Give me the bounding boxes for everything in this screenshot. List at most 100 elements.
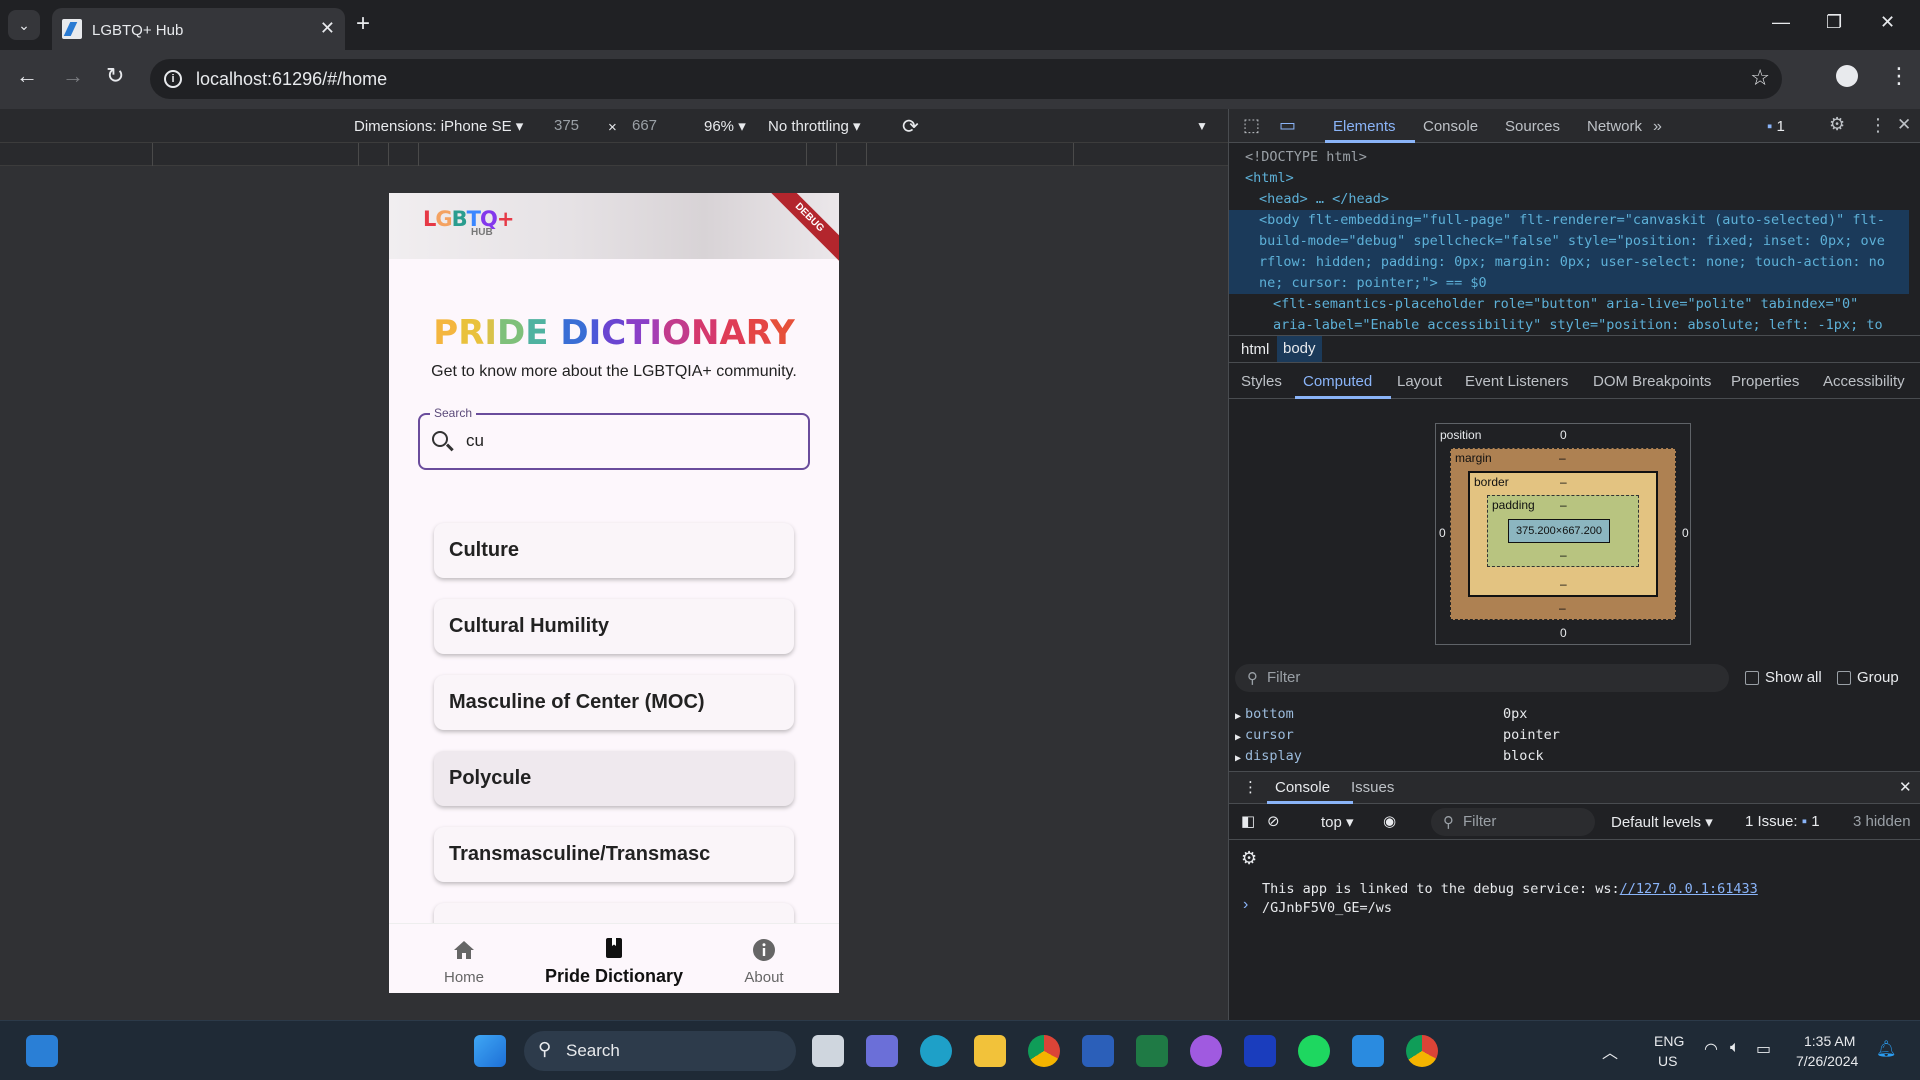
computed-prop-row[interactable]: ▶ bottom 0px <box>1229 704 1920 725</box>
devtools-menu-icon[interactable]: ⋮ <box>1869 115 1887 136</box>
tray-chevron-icon[interactable]: ︿ <box>1602 1039 1618 1063</box>
tab-sources[interactable]: Sources <box>1505 118 1560 135</box>
media-query-ruler[interactable] <box>0 143 1228 166</box>
vscode-icon[interactable] <box>1352 1035 1384 1067</box>
result-card[interactable]: Culture <box>434 523 794 578</box>
more-options-icon[interactable]: ▼ <box>1196 119 1208 133</box>
levels-dropdown[interactable]: Default levels ▾ <box>1611 813 1713 831</box>
file-explorer-icon[interactable] <box>974 1035 1006 1067</box>
dom-line[interactable]: <flt-semantics-placeholder role="button"… <box>1245 294 1909 315</box>
reload-icon[interactable]: ↻ <box>106 63 124 89</box>
drawer-menu-icon[interactable]: ⋮ <box>1243 778 1258 796</box>
border-box[interactable]: border – – padding – – 375.200×667.200 <box>1468 471 1658 597</box>
drawer-tab-issues[interactable]: Issues <box>1351 779 1394 796</box>
tab-styles[interactable]: Styles <box>1241 373 1282 390</box>
tab-elements[interactable]: Elements <box>1333 118 1396 135</box>
dom-line[interactable]: <html> <box>1245 168 1909 189</box>
tab-computed[interactable]: Computed <box>1303 373 1372 390</box>
expand-arrow-icon[interactable]: ▶ <box>1235 727 1241 748</box>
volume-icon[interactable]: 🔈︎ <box>1730 1039 1740 1057</box>
forward-icon[interactable]: → <box>62 63 84 89</box>
breadcrumb-html[interactable]: html <box>1241 341 1269 358</box>
chrome-icon[interactable] <box>1028 1035 1060 1067</box>
new-tab-button[interactable]: + <box>356 10 370 38</box>
console-settings-icon[interactable]: ⚙ <box>1241 848 1257 869</box>
search-field[interactable]: Search <box>418 406 810 470</box>
issues-counter[interactable]: 1 Issue: ▪ 1 <box>1745 813 1820 830</box>
task-view-icon[interactable] <box>812 1035 844 1067</box>
dom-line[interactable]: <!DOCTYPE html> <box>1245 147 1909 168</box>
tab-network[interactable]: Network <box>1587 118 1642 135</box>
settings-gear-icon[interactable]: ⚙ <box>1829 114 1845 135</box>
sidebar-toggle-icon[interactable]: ◧ <box>1241 812 1255 830</box>
tab-search-button[interactable]: ⌄ <box>8 10 40 40</box>
clock-time[interactable]: 1:35 AM <box>1804 1033 1855 1049</box>
teams-icon[interactable] <box>866 1035 898 1067</box>
result-card[interactable]: Masculine of Center (MOC) <box>434 675 794 730</box>
zoom-dropdown[interactable]: 96% ▾ <box>704 117 746 135</box>
messenger-icon[interactable] <box>1190 1035 1222 1067</box>
group-checkbox[interactable] <box>1837 671 1851 685</box>
search-input[interactable] <box>466 431 786 451</box>
console-filter-input[interactable]: ⚲ Filter <box>1431 808 1595 836</box>
result-card[interactable]: Transmasculine/Transmasc <box>434 827 794 882</box>
computed-prop-row[interactable]: ▶ cursor pointer <box>1229 725 1920 746</box>
context-selector[interactable]: top ▾ <box>1321 813 1354 831</box>
throttling-dropdown[interactable]: No throttling ▾ <box>768 117 861 135</box>
nav-home[interactable]: Home <box>389 924 539 993</box>
taskbar-search[interactable]: ⚲ Search <box>524 1031 796 1071</box>
expand-arrow-icon[interactable]: ▶ <box>1235 748 1241 769</box>
tab-event-listeners[interactable]: Event Listeners <box>1465 373 1568 390</box>
inspect-icon[interactable]: ⬚ <box>1243 115 1260 136</box>
close-window-icon[interactable]: ✕ <box>1880 12 1895 33</box>
rotate-icon[interactable]: ⟳ <box>902 114 919 139</box>
more-tabs-icon[interactable]: » <box>1653 118 1662 136</box>
clear-console-icon[interactable]: ⊘ <box>1267 812 1280 830</box>
expand-arrow-icon[interactable]: ▶ <box>1235 706 1241 727</box>
margin-box[interactable]: margin – – border – – padding – – 375.20… <box>1450 448 1676 620</box>
computed-filter-input[interactable]: ⚲ Filter <box>1235 664 1729 692</box>
clock-date[interactable]: 7/26/2024 <box>1796 1053 1858 1069</box>
dimensions-dropdown[interactable]: Dimensions: iPhone SE ▾ <box>354 117 523 135</box>
tab-accessibility[interactable]: Accessibility <box>1823 373 1905 390</box>
excel-icon[interactable] <box>1136 1035 1168 1067</box>
console-prompt-icon[interactable]: › <box>1243 896 1248 914</box>
notification-bell-icon[interactable]: 🔔︎ <box>1876 1039 1896 1059</box>
padding-box[interactable]: padding – – 375.200×667.200 <box>1487 495 1639 567</box>
restore-icon[interactable]: ❐ <box>1826 12 1842 33</box>
back-icon[interactable]: ← <box>16 63 38 89</box>
browser-tab[interactable]: LGBTQ+ Hub ✕ <box>52 8 345 50</box>
content-box[interactable]: 375.200×667.200 <box>1508 519 1610 543</box>
issues-badge[interactable]: ▪ 1 <box>1767 118 1785 135</box>
dom-body-selected[interactable]: <body flt-embedding="full-page" flt-rend… <box>1229 210 1909 294</box>
edge-icon[interactable] <box>920 1035 952 1067</box>
site-info-icon[interactable]: i <box>164 70 182 88</box>
nav-pride-dictionary[interactable]: Pride Dictionary <box>539 924 689 993</box>
word-icon[interactable] <box>1082 1035 1114 1067</box>
battery-icon[interactable]: ▭ <box>1756 1039 1771 1059</box>
width-input[interactable]: 375 <box>554 117 579 134</box>
drawer-close-icon[interactable]: ✕ <box>1899 778 1912 796</box>
spotify-icon[interactable] <box>1298 1035 1330 1067</box>
tab-properties[interactable]: Properties <box>1731 373 1799 390</box>
url-text[interactable]: localhost:61296/#/home <box>196 69 387 90</box>
tab-close-icon[interactable]: ✕ <box>320 18 335 39</box>
address-bar[interactable]: i localhost:61296/#/home ☆ <box>150 59 1782 99</box>
nav-about[interactable]: About <box>689 924 839 993</box>
result-card[interactable]: Cultural Humility <box>434 599 794 654</box>
dom-line[interactable]: aria-label="Enable accessibility" style=… <box>1245 315 1909 336</box>
l-app-icon[interactable] <box>1244 1035 1276 1067</box>
widgets-icon[interactable] <box>26 1035 58 1067</box>
wifi-icon[interactable]: ◠ <box>1704 1039 1718 1059</box>
lang-eng[interactable]: ENG <box>1654 1033 1684 1049</box>
minimize-icon[interactable]: — <box>1772 12 1790 33</box>
menu-kebab-icon[interactable]: ⋮ <box>1888 63 1910 89</box>
app-logo[interactable]: LGBTQ+ <box>423 207 514 231</box>
dom-tree[interactable]: <!DOCTYPE html> <html> <head> … </head> … <box>1229 143 1909 333</box>
eye-icon[interactable]: ◉ <box>1383 812 1396 830</box>
device-toggle-icon[interactable]: ▭ <box>1279 115 1296 136</box>
lang-us[interactable]: US <box>1658 1053 1677 1069</box>
breadcrumb-body[interactable]: body <box>1277 336 1322 362</box>
computed-prop-row[interactable]: ▶ display block <box>1229 746 1920 767</box>
bookmark-star-icon[interactable]: ☆ <box>1750 65 1770 91</box>
